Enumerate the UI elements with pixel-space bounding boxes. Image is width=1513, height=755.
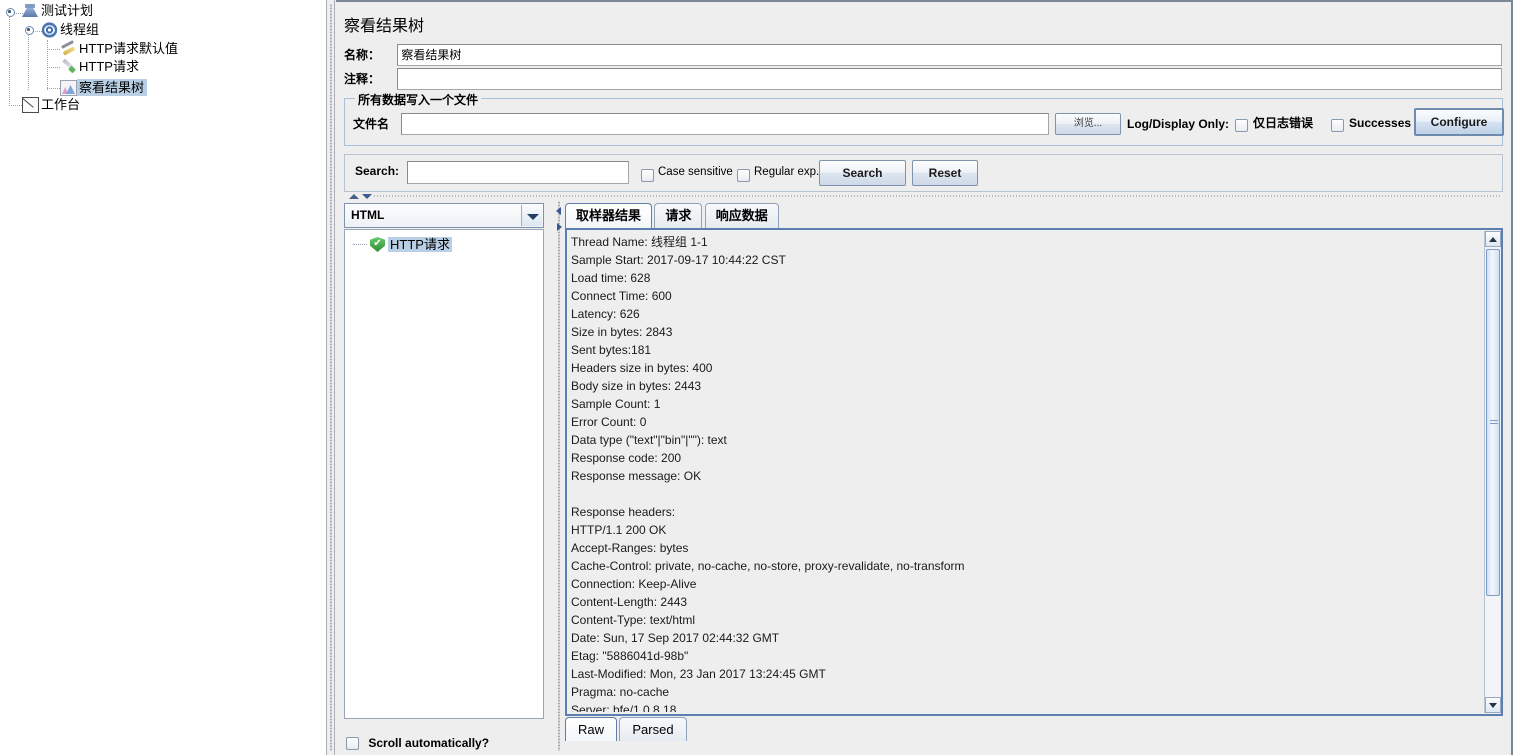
errors-only-checkbox[interactable] [1235, 119, 1248, 132]
tree-line [9, 14, 10, 106]
tab-request[interactable]: 请求 [654, 203, 703, 228]
filename-label: 文件名 [353, 117, 390, 131]
result-tree-panel: HTML HTTP请求 Scroll automatically? [344, 201, 553, 751]
renderer-select-value: HTML [351, 208, 385, 222]
search-bar: Search: Case sensitive Regular exp. Sear… [344, 154, 1503, 192]
test-plan-tree[interactable]: 测试计划 线程组 HTTP请求默认值 HTTP请求 察看结果树 工作台 [0, 0, 326, 755]
comment-row: 注释： [344, 68, 1503, 90]
flask-icon [22, 3, 39, 19]
tab-sampler-result[interactable]: 取样器结果 [565, 203, 653, 228]
collapse-right-icon[interactable] [557, 223, 562, 231]
filename-input[interactable] [401, 113, 1049, 135]
sampler-result-tree[interactable]: HTTP请求 [344, 229, 544, 719]
response-text-content: Thread Name: 线程组 1-1 Sample Start: 2017-… [571, 235, 965, 712]
response-text-area[interactable]: Thread Name: 线程组 1-1 Sample Start: 2017-… [565, 228, 1503, 716]
scroll-up-button[interactable] [1485, 231, 1501, 247]
tree-node-http-defaults[interactable]: HTTP请求默认值 [60, 40, 181, 58]
jmeter-window: 测试计划 线程组 HTTP请求默认值 HTTP请求 察看结果树 工作台 察看结果… [0, 0, 1513, 755]
tree-node-label: 工作台 [41, 97, 81, 112]
tree-line [47, 67, 60, 68]
comment-label: 注释： [344, 72, 381, 86]
name-row: 名称： 察看结果树 [344, 44, 1503, 66]
divider-texture [558, 201, 560, 751]
tab-parsed[interactable]: Parsed [619, 717, 687, 741]
configure-button[interactable]: Configure [1414, 108, 1504, 136]
successes-checkbox[interactable] [1331, 119, 1344, 132]
sampler-label: HTTP请求 [388, 237, 452, 252]
browse-button[interactable]: 浏览... [1055, 113, 1121, 135]
tree-node-threadgroup[interactable]: 线程组 [41, 21, 102, 39]
notepad-icon [22, 97, 39, 113]
success-shield-icon [370, 236, 385, 252]
regular-exp-checkbox[interactable] [737, 169, 750, 182]
tree-node-http-request[interactable]: HTTP请求 [60, 58, 142, 76]
sampler-tree-row[interactable]: HTTP请求 [353, 236, 452, 254]
view-results-tree-panel: 察看结果树 名称： 察看结果树 注释： 所有数据写入一个文件 文件名 浏览...… [336, 0, 1513, 755]
tree-node-label: 线程组 [60, 22, 100, 37]
tree-expand-handle-testplan[interactable] [5, 7, 15, 17]
page-title: 察看结果树 [344, 18, 425, 35]
search-label: Search: [355, 164, 400, 178]
results-split-pane: HTML HTTP请求 Scroll automatically? [344, 201, 1503, 751]
chart-icon [60, 80, 77, 96]
name-input[interactable]: 察看结果树 [397, 44, 1503, 66]
scroll-automatically-label: Scroll automatically? [368, 736, 490, 750]
tree-node-label: HTTP请求 [79, 59, 139, 74]
tree-line [28, 32, 29, 90]
tree-line [47, 88, 60, 89]
tree-node-testplan[interactable]: 测试计划 [22, 2, 96, 20]
successes-label: Successes [1349, 116, 1412, 130]
gear-icon [41, 22, 58, 38]
wrench-icon [60, 41, 77, 57]
raw-parsed-tabs[interactable]: Raw Parsed [565, 717, 687, 743]
tree-line [47, 40, 48, 90]
scroll-down-button[interactable] [1485, 697, 1501, 713]
tab-raw[interactable]: Raw [565, 717, 618, 741]
search-button[interactable]: Search [819, 160, 906, 186]
chevron-down-icon[interactable] [521, 205, 542, 226]
write-all-data-to-file-group: 所有数据写入一个文件 文件名 浏览... Log/Display Only: 仅… [344, 91, 1504, 146]
tab-response-data[interactable]: 响应数据 [704, 203, 779, 228]
split-collapse-bar[interactable] [345, 192, 1502, 201]
scroll-automatically-row: Scroll automatically? [346, 733, 489, 753]
tree-node-label: HTTP请求默认值 [79, 41, 178, 56]
collapse-up-icon[interactable] [349, 194, 359, 199]
log-display-only-label: Log/Display Only: [1127, 117, 1230, 131]
file-group-title: 所有数据写入一个文件 [355, 91, 482, 108]
tree-node-workbench[interactable]: 工作台 [22, 96, 83, 114]
response-panel: 取样器结果 请求 响应数据 Thread Name: 线程组 1-1 Sampl… [565, 201, 1503, 751]
collapse-left-icon[interactable] [556, 207, 561, 215]
reset-button[interactable]: Reset [912, 160, 978, 186]
scroll-automatically-checkbox[interactable] [346, 737, 359, 750]
case-sensitive-label: Case sensitive [658, 166, 733, 178]
tree-node-label: 测试计划 [41, 3, 94, 18]
collapse-down-icon[interactable] [362, 194, 372, 199]
tree-expand-handle-threadgroup[interactable] [24, 25, 34, 35]
results-split-divider[interactable] [555, 201, 564, 751]
tree-node-label: 察看结果树 [77, 79, 148, 96]
errors-only-label: 仅日志错误 [1253, 116, 1314, 130]
scrollbar-grip [1490, 419, 1498, 426]
scrollbar-thumb[interactable] [1486, 249, 1500, 596]
vertical-scrollbar[interactable] [1484, 231, 1501, 713]
search-input[interactable] [407, 161, 629, 184]
divider-texture [373, 195, 1502, 197]
renderer-select[interactable]: HTML [344, 203, 544, 228]
comment-input[interactable] [397, 68, 1503, 90]
result-tabs[interactable]: 取样器结果 请求 响应数据 [565, 203, 779, 229]
main-split-divider[interactable] [326, 0, 335, 755]
tree-line [353, 244, 367, 245]
tree-node-view-results-tree[interactable]: 察看结果树 [60, 79, 148, 97]
divider-texture [330, 4, 332, 751]
tree-line [47, 49, 60, 50]
case-sensitive-checkbox[interactable] [641, 169, 654, 182]
name-label: 名称： [344, 48, 381, 62]
pencil-icon [60, 59, 77, 75]
regular-exp-label: Regular exp. [754, 166, 820, 178]
